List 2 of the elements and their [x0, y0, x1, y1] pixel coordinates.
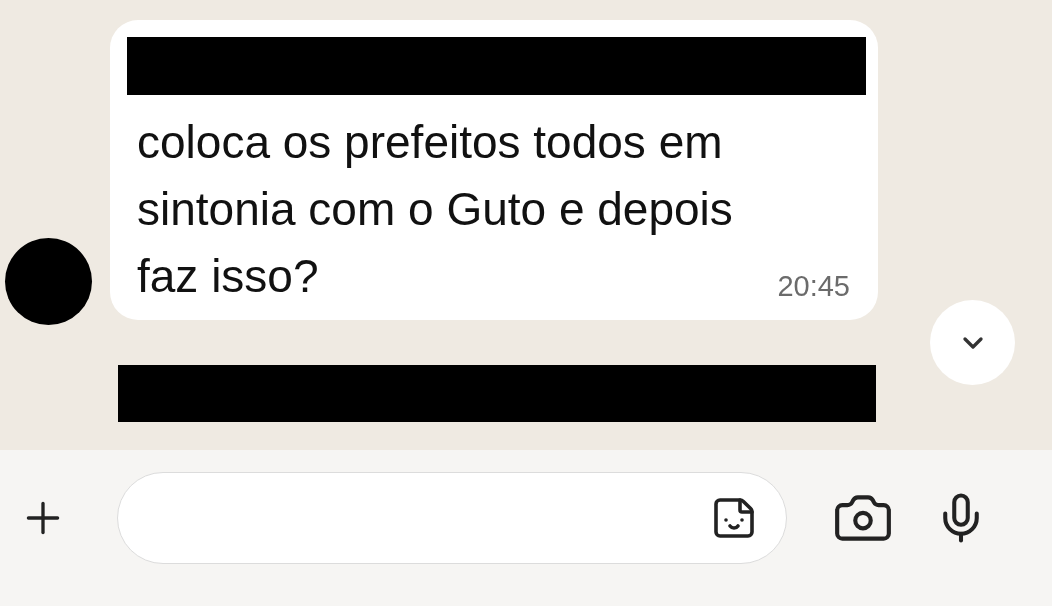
message-text: coloca os prefeitos todos em sintonia com o Guto e depois faz isso?	[137, 115, 734, 304]
message-time: 20:45	[777, 268, 850, 304]
